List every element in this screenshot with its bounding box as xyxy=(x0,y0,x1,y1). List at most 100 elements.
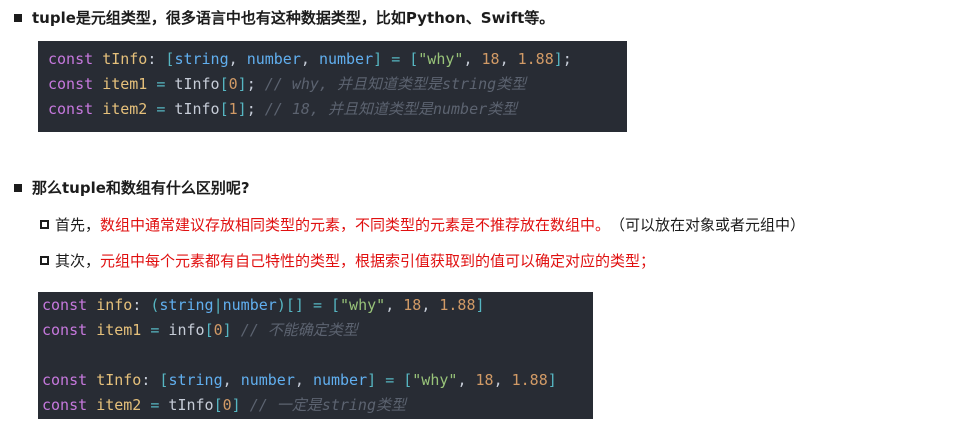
point-first-highlight: 数组中通常建议存放相同类型的元素，不同类型的元素是不推荐放在数组中。 xyxy=(100,216,611,234)
code-line: const item1 = tInfo[0]; // why, 并且知道类型是s… xyxy=(48,72,617,97)
code-token: ] xyxy=(373,50,383,68)
code-token: = xyxy=(391,50,401,68)
code-token: ; xyxy=(246,100,265,118)
code-token: // why, 并且知道类型是string类型 xyxy=(264,75,527,93)
code-token: , xyxy=(493,371,512,389)
code-token: tInfo xyxy=(165,75,220,93)
code-token: ] xyxy=(222,321,232,339)
bullet-square-icon xyxy=(14,13,22,22)
code-token: ; xyxy=(562,50,572,68)
code-token: ; xyxy=(246,75,265,93)
code-token: const xyxy=(42,371,88,389)
checkbox-bullet-icon xyxy=(40,256,49,265)
code-token: tInfo xyxy=(165,100,220,118)
code-token: 1.88 xyxy=(517,50,554,68)
code-token: tInfo xyxy=(159,396,214,414)
code-token: ] xyxy=(553,50,563,68)
point-first-suffix: （可以放在对象或者元组中） xyxy=(610,216,806,234)
code-token: const xyxy=(48,50,94,68)
code-token: = xyxy=(312,296,322,314)
code-token: item1 xyxy=(96,321,142,339)
code-token: number xyxy=(240,371,295,389)
code-token: = xyxy=(385,371,395,389)
code-token: )[] xyxy=(276,296,304,314)
code-token: [ xyxy=(403,371,413,389)
code-token: , xyxy=(385,296,404,314)
code-line: const item2 = tInfo[1]; // 18, 并且知道类型是nu… xyxy=(48,97,617,122)
code-token: info xyxy=(159,321,205,339)
code-token: ] xyxy=(231,396,241,414)
checkbox-bullet-icon xyxy=(40,220,49,229)
code-token: 1.88 xyxy=(511,371,548,389)
code-line: const item2 = tInfo[0] // 一定是string类型 xyxy=(42,393,583,418)
code-token: const xyxy=(42,396,88,414)
code-line: const tInfo: [string, number, number] = … xyxy=(48,47,617,72)
code-token: , xyxy=(228,50,247,68)
code-token: : xyxy=(147,50,166,68)
code-token: ] xyxy=(475,296,485,314)
code-token: 1 xyxy=(228,100,238,118)
code-token: [ xyxy=(219,75,229,93)
code-token: , xyxy=(294,371,313,389)
code-token: , xyxy=(499,50,518,68)
code-token: const xyxy=(42,296,88,314)
code-token: tInfo xyxy=(102,50,148,68)
code-token: string xyxy=(174,50,229,68)
code-token: "why" xyxy=(418,50,464,68)
point-second-prefix: 其次， xyxy=(55,252,101,270)
point-second: 其次， 元组中每个元素都有自己特性的类型，根据索引值获取到的值可以确定对应的类型… xyxy=(40,250,655,271)
code-block-tuple: const tInfo: [string, number, number] = … xyxy=(38,41,627,132)
code-token: ] xyxy=(367,371,377,389)
code-token: [ xyxy=(204,321,214,339)
heading-difference: 那么tuple和数组有什么区别呢? xyxy=(14,177,250,198)
code-token: 1.88 xyxy=(439,296,476,314)
code-token: , xyxy=(463,50,482,68)
heading-tuple: tuple是元组类型，很多语言中也有这种数据类型，比如Python、Swift等… xyxy=(14,7,554,28)
heading-difference-text: 那么tuple和数组有什么区别呢? xyxy=(32,179,250,197)
code-token: 0 xyxy=(228,75,238,93)
code-token: [ xyxy=(213,396,223,414)
code-token: , xyxy=(300,50,319,68)
code-line: const item1 = info[0] // 不能确定类型 xyxy=(42,318,583,343)
point-first: 首先， 数组中通常建议存放相同类型的元素，不同类型的元素是不推荐放在数组中。 （… xyxy=(40,214,805,235)
code-token: const xyxy=(48,100,94,118)
code-token: item1 xyxy=(102,75,148,93)
code-token: [ xyxy=(219,100,229,118)
code-token: 0 xyxy=(222,396,232,414)
code-token: : xyxy=(141,371,160,389)
code-token: info xyxy=(96,296,133,314)
code-token: "why" xyxy=(340,296,386,314)
heading-tuple-text: tuple是元组类型，很多语言中也有这种数据类型，比如Python、Swift等… xyxy=(32,9,555,27)
code-token: , xyxy=(457,371,476,389)
code-token: number xyxy=(318,50,374,68)
code-token: ] xyxy=(237,75,247,93)
code-token: : xyxy=(132,296,151,314)
code-token: "why" xyxy=(412,371,458,389)
code-token: // 不能确定类型 xyxy=(240,321,358,339)
code-block-compare: const info: (string|number)[] = ["why", … xyxy=(38,292,593,419)
code-token: , xyxy=(421,296,440,314)
code-line: const tInfo: [string, number, number] = … xyxy=(42,368,583,393)
bullet-square-icon xyxy=(14,183,22,192)
code-token: , xyxy=(222,371,241,389)
code-token: number xyxy=(222,296,277,314)
code-token: item2 xyxy=(96,396,142,414)
code-token: const xyxy=(42,321,88,339)
code-token: 18 xyxy=(475,371,494,389)
code-token: tInfo xyxy=(96,371,142,389)
